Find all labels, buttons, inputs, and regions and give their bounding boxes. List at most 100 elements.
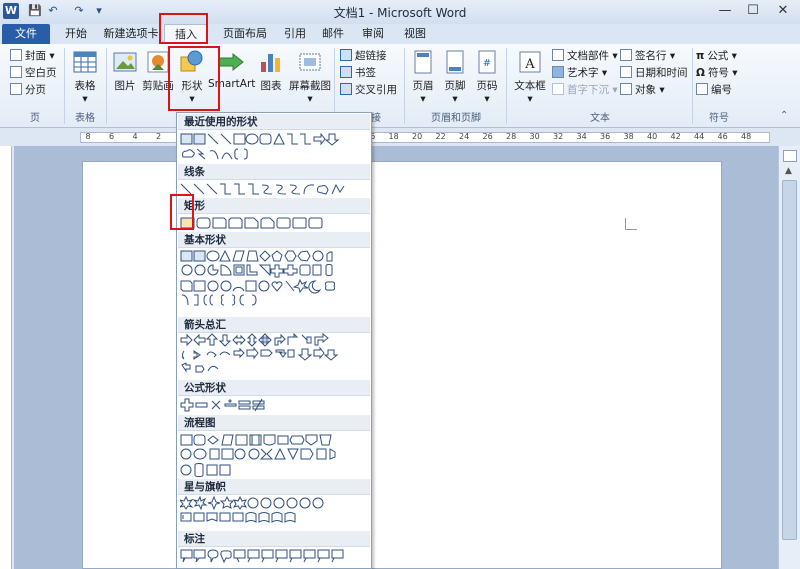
tab-new[interactable]: 新建选项卡	[100, 24, 162, 44]
quick-parts-button[interactable]: 文档部件 ▾	[552, 48, 618, 65]
text-group-col2: 签名行 ▾ 日期和时间 对象 ▾	[620, 48, 688, 99]
basic-shapes-grid[interactable]	[180, 249, 370, 307]
horizontal-ruler: 8642246810121416182022242628303234363840…	[0, 129, 800, 145]
number-icon	[696, 83, 708, 95]
symbols-group: π 公式 ▾ Ω 符号 ▾ 编号	[696, 48, 746, 99]
section-recent: 最近使用的形状	[178, 114, 370, 130]
ruler-number: 34	[576, 132, 587, 141]
ruler-number: 46	[717, 132, 728, 141]
line-shapes-row[interactable]	[180, 182, 370, 196]
quick-parts-icon	[552, 49, 564, 61]
stars-banners-grid[interactable]	[180, 496, 370, 526]
bookmark-icon	[340, 66, 352, 78]
footer-icon	[446, 50, 464, 74]
header-button[interactable]: 页眉 ▾	[408, 48, 438, 105]
wordart-button[interactable]: 艺术字 ▾	[552, 65, 618, 82]
section-flowchart: 流程图	[178, 415, 370, 431]
table-button[interactable]: 表格 ▾	[68, 48, 102, 105]
section-rectangles: 矩形	[178, 198, 370, 214]
cross-reference-button[interactable]: 交叉引用	[340, 82, 404, 99]
table-icon	[73, 51, 97, 73]
chart-icon	[261, 54, 280, 72]
signature-line-button[interactable]: 签名行 ▾	[620, 48, 688, 65]
drop-cap-button[interactable]: 首字下沉 ▾	[552, 82, 618, 99]
scroll-up-icon[interactable]: ▲	[785, 166, 792, 176]
hyperlink-icon	[340, 49, 352, 61]
ruler-number: 6	[108, 132, 115, 141]
cover-page-button[interactable]: 封面 ▾	[10, 48, 64, 65]
omega-icon: Ω	[696, 67, 705, 79]
screenshot-button[interactable]: 屏幕截图 ▾	[288, 48, 332, 105]
hyperlink-button[interactable]: 超链接	[340, 48, 404, 65]
margin-mark	[625, 218, 637, 230]
symbol-button[interactable]: Ω 符号 ▾	[696, 65, 746, 82]
date-time-icon	[620, 66, 632, 78]
scroll-thumb[interactable]	[782, 180, 797, 540]
page-break-icon	[10, 83, 22, 95]
maximize-button[interactable]: ☐	[738, 2, 768, 20]
ruler-toggle-icon[interactable]	[783, 150, 797, 162]
page-break-button[interactable]: 分页	[10, 82, 64, 99]
bookmark-button[interactable]: 书签	[340, 65, 404, 82]
tab-page-layout[interactable]: 页面布局	[214, 24, 276, 44]
tab-mailings[interactable]: 邮件	[316, 24, 350, 44]
pages-group-label: 页	[30, 113, 40, 124]
date-time-button[interactable]: 日期和时间	[620, 65, 688, 82]
rectangle-shapes-row[interactable]	[180, 216, 370, 230]
equation-button[interactable]: π 公式 ▾	[696, 48, 746, 65]
object-icon	[620, 83, 632, 95]
ruler-number: 44	[694, 132, 705, 141]
ruler-number: 36	[600, 132, 611, 141]
section-stars-banners: 星与旗帜	[178, 479, 370, 495]
textbox-button[interactable]: A 文本框 ▾	[510, 48, 550, 105]
section-callouts: 标注	[178, 531, 370, 547]
page-number-button[interactable]: # 页码 ▾	[472, 48, 502, 105]
drop-cap-icon	[552, 83, 564, 95]
callouts-row[interactable]	[180, 548, 370, 566]
ruler-number: 22	[435, 132, 446, 141]
block-arrows-grid[interactable]	[180, 333, 370, 379]
ruler-number: 18	[388, 132, 399, 141]
section-block-arrows: 箭头总汇	[178, 317, 370, 333]
rectangle-shape-highlight	[170, 194, 194, 230]
blank-page-button[interactable]: 空白页	[10, 65, 64, 82]
recent-shapes-row-2[interactable]	[180, 147, 370, 161]
equation-shapes-row[interactable]	[180, 398, 370, 412]
chart-button[interactable]: 图表	[256, 48, 286, 93]
section-lines: 线条	[178, 164, 370, 180]
blank-page-icon	[10, 66, 22, 78]
ribbon: 封面 ▾ 空白页 分页 页 表格 ▾ 表格 图片 剪贴画 形状 ▾ SmartA…	[0, 44, 800, 128]
minimize-button[interactable]: —	[710, 2, 740, 20]
flowchart-shapes-grid[interactable]	[180, 433, 370, 479]
tab-view[interactable]: 视图	[398, 24, 432, 44]
number-button[interactable]: 编号	[696, 82, 746, 99]
tab-review[interactable]: 审阅	[356, 24, 390, 44]
ruler-number: 42	[670, 132, 681, 141]
table-group-label: 表格	[75, 113, 95, 124]
ruler-number: 40	[647, 132, 658, 141]
picture-icon	[113, 52, 137, 72]
collapse-ribbon-icon[interactable]: ⌃	[780, 110, 788, 121]
vertical-ruler	[0, 146, 12, 569]
tab-references[interactable]: 引用	[278, 24, 312, 44]
object-button[interactable]: 对象 ▾	[620, 82, 688, 99]
tab-home[interactable]: 开始	[56, 24, 96, 44]
header-icon	[414, 50, 432, 74]
footer-button[interactable]: 页脚 ▾	[440, 48, 470, 105]
ruler-number: 2	[155, 132, 162, 141]
section-equation-shapes: 公式形状	[178, 380, 370, 396]
picture-button[interactable]: 图片	[110, 48, 140, 93]
svg-text:#: #	[483, 58, 491, 69]
ruler-number: 20	[412, 132, 423, 141]
text-group-col1: 文档部件 ▾ 艺术字 ▾ 首字下沉 ▾	[552, 48, 618, 99]
header-footer-group-label: 页眉和页脚	[431, 113, 481, 124]
recent-shapes-row-1[interactable]	[180, 132, 370, 146]
close-button[interactable]: ✕	[768, 2, 798, 20]
shapes-dropdown: 最近使用的形状 线条 矩形 基本形状 箭头总汇 公式形状 流程图 星与旗帜 标注	[176, 112, 372, 569]
ruler-number: 38	[623, 132, 634, 141]
tab-file[interactable]: 文件	[2, 24, 50, 44]
signature-line-icon	[620, 49, 632, 61]
svg-text:A: A	[524, 57, 535, 72]
vertical-scrollbar[interactable]: ▲	[778, 146, 800, 569]
screenshot-icon	[299, 53, 321, 71]
